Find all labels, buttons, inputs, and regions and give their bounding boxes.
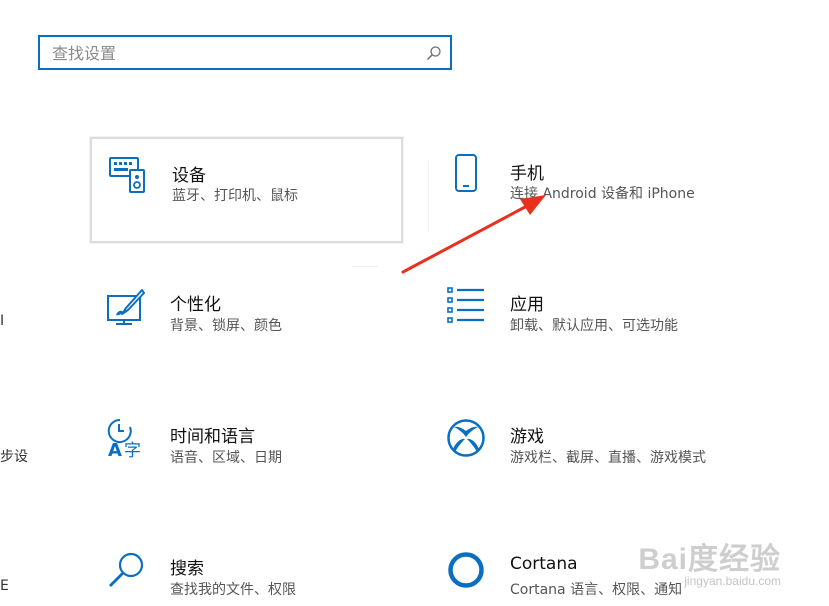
tile-apps[interactable]: 应用 卸载、默认应用、可选功能 (430, 270, 760, 376)
tile-title: 搜索 (170, 559, 204, 579)
tile-title: 设备 (172, 166, 206, 186)
tile-time-language[interactable]: A 字 时间和语言 语音、区域、日期 (90, 402, 403, 508)
left-edge-text: 步设 (0, 449, 28, 465)
search-icon (109, 552, 144, 587)
tile-description: 背景、锁屏、颜色 (170, 318, 282, 334)
tile-description: 蓝牙、打印机、鼠标 (172, 188, 298, 204)
svg-text:字: 字 (124, 441, 141, 458)
search-box[interactable] (38, 35, 452, 70)
tile-description: 语音、区域、日期 (170, 450, 282, 466)
xbox-icon (447, 419, 485, 457)
svg-text:A: A (108, 440, 122, 458)
tile-devices[interactable]: 设备 蓝牙、打印机、鼠标 (90, 137, 403, 243)
tile-title: 时间和语言 (170, 427, 255, 447)
watermark-logo: Bai度经验 jingyan.baidu.com (638, 534, 781, 588)
tile-description: 连接 Android 设备和 iPhone (510, 186, 695, 202)
cortana-icon (448, 552, 484, 588)
search-icon[interactable] (426, 45, 442, 61)
personalization-icon (107, 289, 145, 325)
tile-title: Cortana (510, 554, 578, 574)
tile-title: 个性化 (170, 295, 221, 315)
tile-phone[interactable]: 手机 连接 Android 设备和 iPhone (430, 137, 760, 243)
time-language-icon: A 字 (107, 418, 141, 458)
divider (428, 162, 429, 232)
tile-title: 游戏 (510, 427, 544, 447)
divider (352, 266, 378, 267)
tile-search[interactable]: 搜索 查找我的文件、权限 (90, 534, 403, 606)
tile-title: 手机 (510, 164, 544, 184)
left-edge-text: I (0, 313, 5, 329)
phone-icon (455, 154, 477, 192)
devices-icon (109, 157, 145, 193)
tile-personalization[interactable]: 个性化 背景、锁屏、颜色 (90, 270, 403, 376)
tile-gaming[interactable]: 游戏 游戏栏、截屏、直播、游戏模式 (430, 402, 760, 508)
tile-title: 应用 (510, 295, 544, 315)
tile-description: 游戏栏、截屏、直播、游戏模式 (510, 450, 706, 466)
tile-description: 卸载、默认应用、可选功能 (510, 318, 678, 334)
watermark-text: Bai度经验 (638, 543, 781, 576)
apps-icon (447, 287, 484, 323)
left-edge-text: E (0, 578, 9, 594)
tile-description: 查找我的文件、权限 (170, 582, 296, 598)
search-input[interactable] (52, 43, 412, 63)
